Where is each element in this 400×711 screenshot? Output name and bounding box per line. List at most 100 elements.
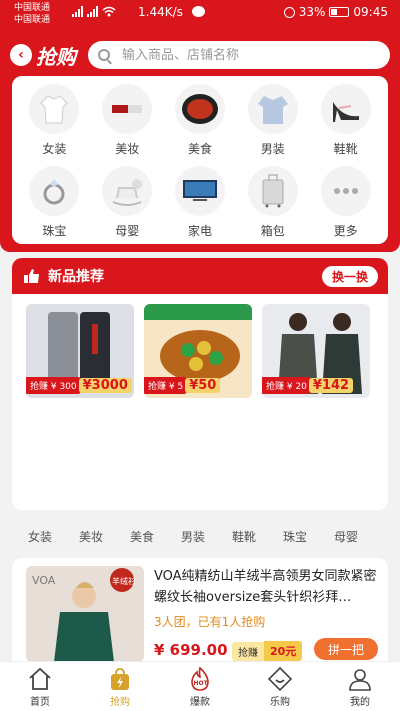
category-food[interactable]: 美食: [164, 84, 237, 162]
tab-shoes[interactable]: 鞋靴: [232, 528, 283, 545]
nav-home[interactable]: 首页: [0, 662, 80, 711]
product-card[interactable]: VOA 羊绒衫 VOA纯精纺山羊绒半高领男女同款紧密螺纹长袖oversize套头针…: [12, 558, 388, 668]
tab-food[interactable]: 美食: [130, 528, 181, 545]
tab-makeup[interactable]: 美妆: [79, 528, 130, 545]
price-label: ¥50: [185, 378, 221, 393]
person-icon: [349, 669, 371, 691]
shopping-bag-icon: [111, 668, 129, 690]
clock: 09:45: [353, 5, 388, 19]
tv-icon: [174, 166, 225, 216]
product-candy[interactable]: 抢赚 ¥ 5 ¥50: [144, 304, 252, 398]
category-more[interactable]: 更多: [309, 166, 382, 244]
message-icon: [192, 6, 205, 17]
signal-icon: [72, 6, 83, 17]
nav-hot[interactable]: HOT 爆款: [160, 662, 240, 711]
group-buy-button[interactable]: 拼一把: [314, 638, 378, 660]
product-price: ¥ 699.00: [154, 641, 228, 659]
nav-label: 首页: [30, 697, 50, 708]
tab-jewelry[interactable]: 珠宝: [283, 528, 334, 545]
category-appliance[interactable]: 家电: [164, 166, 237, 244]
category-bags[interactable]: 箱包: [236, 166, 309, 244]
status-right: 33% 09:45: [283, 5, 388, 19]
earn-label: 抢赚: [232, 641, 264, 661]
wifi-icon: [102, 6, 116, 17]
category-baby[interactable]: 母婴: [91, 166, 164, 244]
lipstick-icon: [102, 84, 153, 134]
tab-women[interactable]: 女装: [28, 528, 79, 545]
nav-label: 抢购: [110, 697, 130, 708]
category-label: 美食: [187, 142, 212, 156]
product-sold: 3人团，已有1人抢购: [154, 615, 266, 629]
earn-badge: 抢赚 20元: [232, 641, 303, 661]
product-badge: 羊绒衫: [112, 576, 136, 586]
thumbs-up-icon: [24, 269, 39, 283]
category-label: 美妆: [115, 142, 140, 156]
alarm-icon: [283, 6, 295, 18]
price-label: ¥3000: [78, 378, 132, 393]
back-button[interactable]: ‹: [10, 44, 32, 66]
new-products-title: 新品推荐: [48, 269, 104, 285]
shirt-icon: [247, 84, 298, 134]
category-label: 女装: [42, 142, 67, 156]
product-list: 抢赚 ¥ 300 ¥3000 抢赚 ¥ 5 ¥50 抢赚 ¥ 20 ¥142: [12, 294, 388, 398]
category-jewelry[interactable]: 珠宝: [18, 166, 91, 244]
tab-men[interactable]: 男装: [181, 528, 232, 545]
category-women[interactable]: 女装: [18, 84, 91, 162]
carrier-info: 中国联通 中国联通: [14, 2, 50, 26]
category-label: 男装: [260, 142, 285, 156]
new-products-card: 新品推荐 换一换 抢赚 ¥ 300 ¥3000 抢赚 ¥ 5 ¥50 抢赚 ¥ …: [12, 258, 388, 510]
bottom-nav: 首页 抢购 HOT 爆款 乐购 我的: [0, 661, 400, 711]
carrier-1: 中国联通: [14, 3, 51, 13]
product-tag: 抢赚 ¥ 5 ¥50: [144, 377, 221, 394]
rocking-horse-icon: [102, 166, 153, 216]
nav-label: 我的: [350, 697, 370, 708]
ring-icon: [29, 166, 80, 216]
category-tabs: 女装 美妆 美食 男装 鞋靴 珠宝 母婴: [0, 528, 400, 545]
category-label: 珠宝: [42, 224, 67, 238]
tab-baby[interactable]: 母婴: [334, 528, 385, 545]
category-shoes[interactable]: 鞋靴: [309, 84, 382, 162]
suitcase-icon: [247, 166, 298, 216]
smile-tag-icon: [267, 666, 293, 692]
signal-icons: [72, 6, 116, 17]
product-tag: 抢赚 ¥ 20 ¥142: [262, 377, 354, 394]
category-label: 母婴: [115, 224, 140, 238]
hot-icon: HOT: [191, 666, 209, 691]
heel-icon: [320, 84, 371, 134]
product-title: VOA纯精纺山羊绒半高领男女同款紧密螺纹长袖oversize套头针织衫拜…: [154, 569, 377, 605]
category-label: 更多: [333, 224, 358, 238]
category-label: 家电: [187, 224, 212, 238]
home-icon: [29, 667, 51, 690]
new-products-header: 新品推荐 换一换: [12, 258, 388, 294]
nav-label: 乐购: [270, 697, 290, 708]
coat-icon: [29, 84, 80, 134]
search-input[interactable]: [122, 47, 342, 63]
network-speed: 1.44K/s: [138, 5, 183, 19]
product-jacket[interactable]: 抢赚 ¥ 20 ¥142: [262, 304, 370, 398]
nav-mine[interactable]: 我的: [320, 662, 400, 711]
category-card: 女装 美妆 美食 男装 鞋靴 珠宝 母婴 家电 箱包 更多: [12, 76, 388, 244]
category-label: 箱包: [260, 224, 285, 238]
nav-fun[interactable]: 乐购: [240, 662, 320, 711]
nav-label: 爆款: [190, 697, 210, 708]
product-phone[interactable]: 抢赚 ¥ 300 ¥3000: [26, 304, 134, 398]
earn-value: 20元: [264, 641, 303, 661]
brand-label: VOA: [32, 574, 56, 587]
status-bar: 中国联通 中国联通 1.44K/s 33% 09:45: [0, 0, 400, 28]
search-box[interactable]: [88, 41, 390, 69]
category-label: 鞋靴: [333, 142, 358, 156]
product-image: VOA 羊绒衫: [26, 566, 144, 662]
category-makeup[interactable]: 美妆: [91, 84, 164, 162]
earn-label: 抢赚 ¥ 300: [26, 377, 81, 394]
logo: 抢购: [36, 44, 76, 69]
nav-flash-sale[interactable]: 抢购: [80, 662, 160, 711]
swap-button[interactable]: 换一换: [321, 265, 378, 287]
crayfish-icon: [174, 84, 225, 134]
earn-label: 抢赚 ¥ 5: [144, 377, 188, 394]
carrier-2: 中国联通: [14, 15, 51, 25]
search-icon: [98, 49, 110, 61]
price-label: ¥142: [308, 378, 354, 393]
signal-icon: [87, 6, 98, 17]
category-men[interactable]: 男装: [236, 84, 309, 162]
earn-label: 抢赚 ¥ 20: [262, 377, 311, 394]
